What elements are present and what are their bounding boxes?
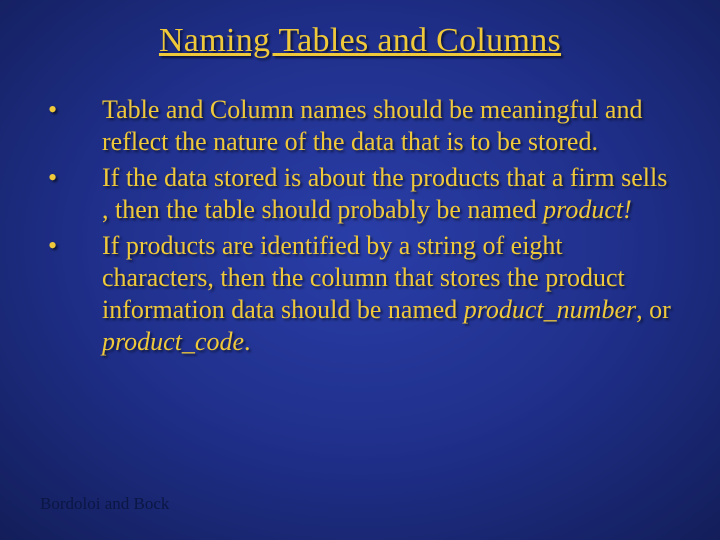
slide-body: • Table and Column names should be meani…: [0, 94, 720, 358]
slide-footer: Bordoloi and Bock: [40, 494, 169, 514]
bullet-icon: •: [48, 162, 102, 194]
bullet-emph: product!: [543, 195, 632, 224]
bullet-text-post: .: [244, 327, 251, 356]
bullet-icon: •: [48, 94, 102, 126]
bullet-item: • If products are identified by a string…: [48, 230, 672, 358]
slide: Naming Tables and Columns • Table and Co…: [0, 0, 720, 540]
bullet-emph: product_code: [102, 327, 244, 356]
bullet-emph: product_number: [464, 295, 636, 324]
bullet-icon: •: [48, 230, 102, 262]
bullet-text: If the data stored is about the products…: [102, 162, 672, 226]
bullet-text: Table and Column names should be meaning…: [102, 94, 672, 158]
slide-title: Naming Tables and Columns: [0, 0, 720, 60]
bullet-text-mid: , or: [636, 295, 671, 324]
bullet-item: • If the data stored is about the produc…: [48, 162, 672, 226]
bullet-text: If products are identified by a string o…: [102, 230, 672, 358]
bullet-item: • Table and Column names should be meani…: [48, 94, 672, 158]
